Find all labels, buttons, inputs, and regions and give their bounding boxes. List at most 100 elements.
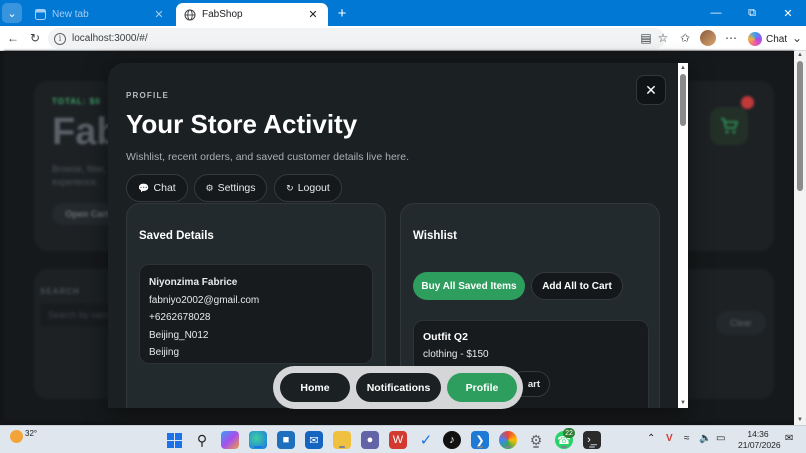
clock-date: 21/07/2026 — [738, 440, 781, 450]
settings-button[interactable]: ⚙ Settings — [194, 174, 267, 202]
cart-count-badge — [741, 96, 754, 109]
settings-label: Settings — [217, 182, 256, 194]
reading-mode-button[interactable]: ▤ — [637, 29, 655, 47]
active-indicator — [254, 446, 262, 448]
teams-icon: ● — [366, 434, 374, 446]
cart-total-label: TOTAL: $0 — [52, 97, 101, 106]
profile-avatar[interactable] — [700, 30, 716, 46]
windows-taskbar: 32° ⚲ ■ ✉ ● W ✓ ♪ ❯ ⚙ ☎ 22 ›_ ⌃ V ≈ 🔈 ▭ … — [0, 425, 806, 453]
page-scroll-thumb[interactable] — [797, 61, 803, 191]
terminal-taskbar-button[interactable]: ›_ — [583, 431, 601, 449]
customer-name: Niyonzima Fabrice — [149, 277, 238, 288]
ellipsis-icon: ⋯ — [725, 31, 737, 45]
tab-actions-menu-button[interactable]: ⌄ — [2, 3, 22, 23]
search-label: SEARCH — [40, 287, 80, 296]
chat-button[interactable]: 💬 Chat — [126, 174, 188, 202]
bottom-navigation: Home Notifications Profile — [273, 366, 523, 409]
close-window-button[interactable]: ✕ — [770, 0, 806, 26]
address-bar[interactable]: i localhost:3000/#/ — [48, 28, 665, 49]
reload-button[interactable]: ↻ — [26, 29, 44, 47]
weather-widget[interactable]: 32° — [10, 429, 37, 443]
cart-button[interactable] — [710, 107, 748, 145]
tab-fabshop[interactable]: FabShop ✕ — [176, 3, 328, 26]
logout-button[interactable]: ↻ Logout — [274, 174, 342, 202]
close-modal-button[interactable]: ✕ — [636, 75, 666, 105]
clear-button[interactable]: Clear — [716, 311, 766, 335]
open-indicator — [339, 446, 345, 448]
nav-notifications-button[interactable]: Notifications — [356, 373, 441, 402]
customer-city: Beijing — [149, 347, 180, 358]
settings-taskbar-button[interactable]: ⚙ — [527, 431, 545, 449]
scroll-down-arrow-icon[interactable]: ▼ — [678, 400, 688, 406]
system-clock[interactable]: 14:36 21/07/2026 — [738, 429, 781, 451]
new-tab-button[interactable]: + — [332, 3, 352, 23]
store-taskbar-button[interactable]: ■ — [277, 431, 295, 449]
start-button[interactable] — [165, 431, 183, 449]
todo-taskbar-button[interactable]: ✓ — [417, 431, 435, 449]
teams-taskbar-button[interactable]: ● — [361, 431, 379, 449]
favorites-icon: ✩ — [679, 31, 691, 45]
copilot-icon — [748, 32, 762, 46]
chrome-taskbar-button[interactable] — [499, 431, 517, 449]
reader-icon: ▤ — [640, 31, 652, 45]
sun-icon — [10, 430, 23, 443]
open-indicator — [589, 446, 595, 448]
add-all-to-cart-button[interactable]: Add All to Cart — [531, 272, 623, 300]
close-tab-icon[interactable]: ✕ — [306, 8, 320, 21]
file-explorer-taskbar-button[interactable] — [333, 431, 351, 449]
favorite-star-button[interactable]: ☆ — [654, 29, 672, 47]
outlook-taskbar-button[interactable]: ✉ — [305, 431, 323, 449]
battery-icon[interactable]: ▭ — [716, 433, 725, 444]
modal-scroll-thumb[interactable] — [680, 74, 686, 126]
modal-subtitle: Wishlist, recent orders, and saved custo… — [126, 151, 410, 163]
search-icon: ⚲ — [196, 431, 208, 448]
copilot-chat-button[interactable]: Chat — [748, 30, 787, 48]
browser-tab-bar: ⌄ New tab ✕ FabShop ✕ + — ⧉ ✕ — [0, 0, 806, 26]
tiktok-icon: ♪ — [449, 434, 455, 446]
page-scrollbar[interactable]: ▲ ▼ — [794, 51, 806, 425]
store-icon: ■ — [282, 434, 290, 446]
minimize-button[interactable]: — — [698, 0, 734, 26]
more-options-button[interactable]: ⋯ — [722, 29, 740, 47]
search-button[interactable]: ⚲ — [193, 431, 211, 449]
copilot-taskbar-button[interactable] — [221, 431, 239, 449]
buy-all-saved-button[interactable]: Buy All Saved Items — [413, 272, 525, 300]
favorites-button[interactable]: ✩ — [676, 29, 694, 47]
wps-taskbar-button[interactable]: W — [389, 431, 407, 449]
star-icon: ☆ — [657, 31, 669, 45]
minimize-icon: — — [710, 7, 722, 19]
modal-scrollbar[interactable]: ▲ ▼ — [678, 63, 688, 408]
edge-taskbar-button[interactable] — [249, 431, 267, 449]
chevron-down-icon: ⌄ — [7, 7, 17, 20]
chevron-up-icon[interactable]: ⌃ — [647, 433, 655, 444]
scroll-down-arrow-icon[interactable]: ▼ — [794, 417, 806, 423]
checkmark-icon: ✓ — [419, 432, 433, 449]
scroll-up-arrow-icon[interactable]: ▲ — [794, 52, 806, 58]
scroll-up-arrow-icon[interactable]: ▲ — [678, 65, 688, 71]
gear-icon: ⚙ — [205, 182, 214, 193]
arrow-left-icon: ← — [7, 31, 19, 45]
nav-profile-button[interactable]: Profile — [447, 373, 517, 402]
volume-icon[interactable]: 🔈 — [699, 433, 711, 444]
vscode-taskbar-button[interactable]: ❯ — [471, 431, 489, 449]
antivirus-tray-icon[interactable]: V — [666, 433, 673, 444]
wifi-icon[interactable]: ≈ — [684, 433, 690, 444]
tiktok-taskbar-button[interactable]: ♪ — [443, 431, 461, 449]
logout-label: Logout — [297, 182, 330, 194]
sidebar-toggle-button[interactable]: ⌄ — [788, 29, 806, 47]
restore-button[interactable]: ⧉ — [734, 0, 770, 26]
tab-new-tab[interactable]: New tab ✕ — [26, 3, 174, 26]
notification-bell-icon[interactable]: ✉ — [785, 433, 793, 444]
back-button[interactable]: ← — [4, 29, 22, 47]
info-icon[interactable]: i — [54, 32, 66, 45]
open-indicator — [477, 446, 483, 448]
close-tab-icon[interactable]: ✕ — [152, 8, 166, 21]
customer-address: Beijing_N012 — [149, 329, 209, 341]
open-indicator — [505, 446, 511, 448]
customer-phone: +6262678028 — [149, 312, 211, 323]
speech-bubble-icon: 💬 — [138, 182, 150, 193]
nav-home-button[interactable]: Home — [280, 373, 350, 402]
customer-details-box: Niyonzima Fabrice fabniyo2002@gmail.com … — [139, 264, 373, 364]
wishlist-item-meta: clothing - $150 — [423, 349, 489, 360]
open-indicator — [533, 446, 539, 448]
